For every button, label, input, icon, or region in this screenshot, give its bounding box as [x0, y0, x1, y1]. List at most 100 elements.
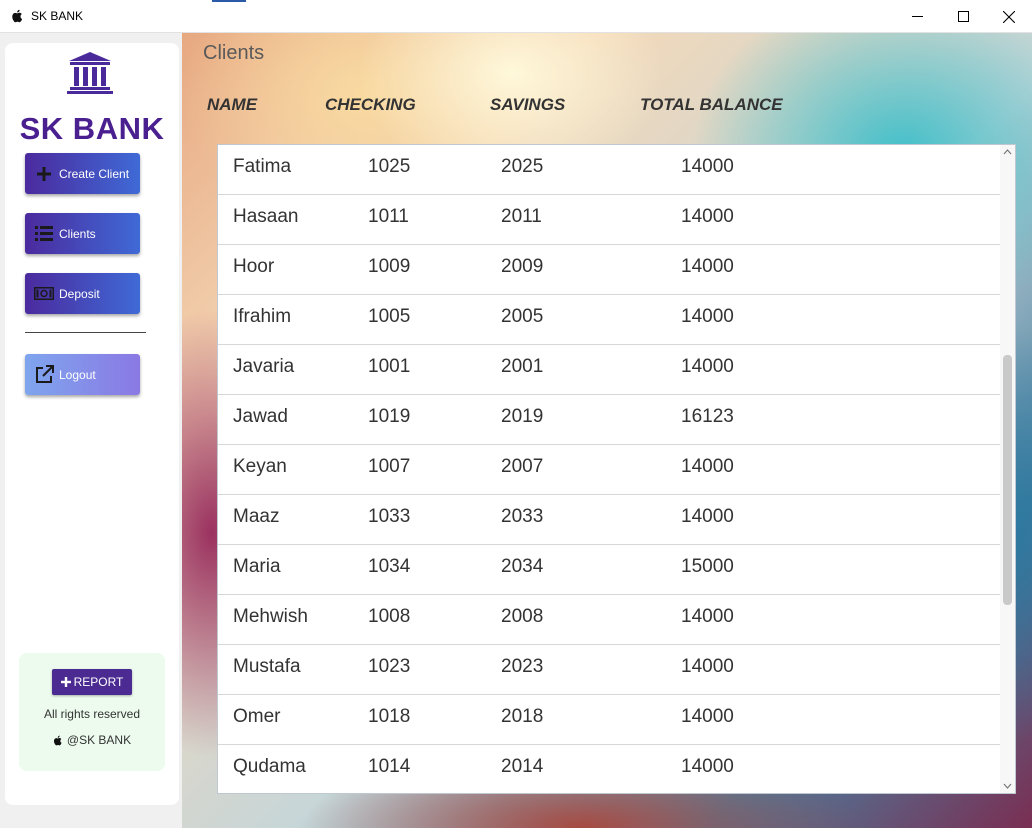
cell-checking: 1033 [368, 506, 411, 527]
cell-savings: 2007 [501, 456, 544, 477]
table-row[interactable]: Keyan 1007 2007 14000 [218, 445, 1001, 495]
table-row[interactable]: Hoor 1009 2009 14000 [218, 245, 1001, 295]
cell-total: 14000 [681, 156, 734, 177]
report-button[interactable]: REPORT [52, 669, 132, 695]
report-label: REPORT [73, 675, 124, 689]
plus-icon [60, 677, 71, 687]
close-button[interactable] [986, 0, 1032, 33]
minimize-button[interactable] [894, 0, 940, 33]
maximize-button[interactable] [940, 0, 986, 33]
sidebar: SK BANK Create Client Clients Deposit Lo… [5, 43, 179, 805]
cell-total: 15000 [681, 556, 734, 577]
report-card: REPORT All rights reserved @SK BANK [19, 653, 165, 771]
table-scrollbar[interactable] [1000, 145, 1015, 793]
create-client-button[interactable]: Create Client [25, 153, 140, 194]
brand-name: SK BANK [19, 111, 165, 146]
cell-total: 14000 [681, 756, 734, 777]
bank-icon [67, 52, 113, 94]
table-row[interactable]: Jawad 1019 2019 16123 [218, 395, 1001, 445]
cell-checking: 1019 [368, 406, 411, 427]
cell-name: Hasaan [233, 206, 299, 227]
cell-total: 14000 [681, 256, 734, 277]
cell-name: Keyan [233, 456, 287, 477]
cell-checking: 1001 [368, 356, 411, 377]
cell-savings: 2001 [501, 356, 544, 377]
cell-savings: 2005 [501, 306, 544, 327]
close-icon [1003, 10, 1015, 23]
create-client-label: Create Client [59, 166, 130, 181]
cell-savings: 2014 [501, 756, 544, 777]
cell-total: 14000 [681, 506, 734, 527]
table-row[interactable]: Qudama 1014 2014 14000 [218, 745, 1001, 793]
taskbar-accent [212, 0, 246, 2]
cell-name: Mehwish [233, 606, 308, 627]
main-panel: Clients NAME CHECKING SAVINGS TOTAL BALA… [182, 33, 1032, 828]
cell-checking: 1008 [368, 606, 411, 627]
cell-checking: 1011 [368, 206, 409, 227]
cell-name: Maaz [233, 506, 280, 527]
table-row[interactable]: Omer 1018 2018 14000 [218, 695, 1001, 745]
plus-icon [34, 166, 54, 182]
sidebar-container: SK BANK Create Client Clients Deposit Lo… [0, 33, 182, 828]
column-header-name: NAME [207, 95, 258, 114]
table-row[interactable]: Ifrahim 1005 2005 14000 [218, 295, 1001, 345]
logout-button[interactable]: Logout [25, 354, 140, 395]
cell-savings: 2023 [501, 656, 544, 677]
column-header-savings: SAVINGS [490, 95, 566, 114]
column-header-checking: CHECKING [325, 95, 416, 114]
cell-checking: 1018 [368, 706, 411, 727]
scroll-down-arrow-icon[interactable] [1003, 782, 1012, 790]
logout-label: Logout [59, 367, 96, 382]
cell-savings: 2009 [501, 256, 544, 277]
minimize-icon [911, 16, 923, 17]
cell-total: 14000 [681, 706, 734, 727]
window-title: SK BANK [31, 9, 84, 23]
cell-name: Ifrahim [233, 306, 292, 327]
money-icon [34, 286, 54, 302]
cell-savings: 2019 [501, 406, 544, 427]
cell-name: Jawad [233, 406, 288, 427]
cell-checking: 1009 [368, 256, 411, 277]
clients-button[interactable]: Clients [25, 213, 140, 254]
cell-total: 14000 [681, 306, 734, 327]
cell-checking: 1014 [368, 756, 411, 777]
cell-savings: 2011 [501, 206, 542, 227]
copyright-label: @SK BANK [66, 733, 132, 747]
table-row[interactable]: Mustafa 1023 2023 14000 [218, 645, 1001, 695]
cell-savings: 2033 [501, 506, 544, 527]
cell-name: Mustafa [233, 656, 301, 677]
table-row[interactable]: Maria 1034 2034 15000 [218, 545, 1001, 595]
clients-table[interactable]: Fatima 1025 2025 14000 Hasaan 1011 2011 … [217, 144, 1016, 794]
page-title: Clients [203, 42, 265, 64]
cell-name: Fatima [233, 156, 292, 177]
table-row[interactable]: Maaz 1033 2033 14000 [218, 495, 1001, 545]
copyright-text: @SK BANK [19, 733, 165, 747]
cell-savings: 2034 [501, 556, 544, 577]
scroll-up-arrow-icon[interactable] [1003, 148, 1012, 156]
cell-checking: 1005 [368, 306, 411, 327]
apple-icon [11, 9, 25, 23]
cell-total: 14000 [681, 456, 734, 477]
table-row[interactable]: Fatima 1025 2025 14000 [218, 145, 1001, 195]
scroll-thumb[interactable] [1003, 355, 1012, 605]
cell-name: Maria [233, 556, 281, 577]
cell-checking: 1007 [368, 456, 411, 477]
rights-text: All rights reserved [43, 707, 141, 721]
cell-savings: 2008 [501, 606, 544, 627]
cell-total: 14000 [681, 656, 734, 677]
cell-name: Qudama [233, 756, 306, 777]
cell-savings: 2018 [501, 706, 544, 727]
sidebar-divider [25, 332, 146, 333]
deposit-button[interactable]: Deposit [25, 273, 140, 314]
table-row[interactable]: Hasaan 1011 2011 14000 [218, 195, 1001, 245]
table-row[interactable]: Mehwish 1008 2008 14000 [218, 595, 1001, 645]
cell-total: 14000 [681, 206, 734, 227]
cell-total: 14000 [681, 356, 734, 377]
cell-total: 14000 [681, 606, 734, 627]
external-link-icon [34, 365, 54, 383]
cell-total: 16123 [681, 406, 734, 427]
cell-name: Javaria [233, 356, 295, 377]
table-row[interactable]: Javaria 1001 2001 14000 [218, 345, 1001, 395]
window-titlebar: SK BANK [0, 0, 1032, 33]
deposit-label: Deposit [59, 286, 100, 301]
